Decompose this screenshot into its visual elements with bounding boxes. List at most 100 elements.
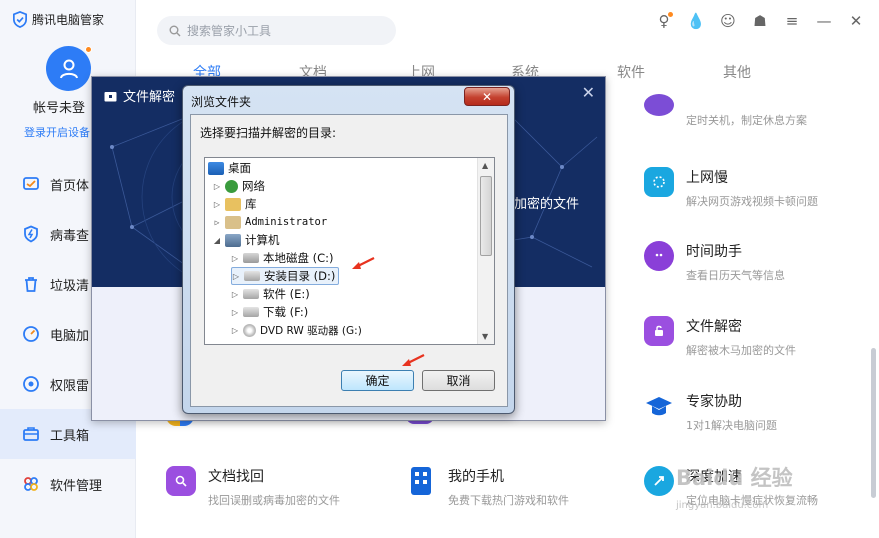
minimize-icon[interactable]: — bbox=[815, 12, 833, 30]
sidebar-item-label: 垃圾清 bbox=[50, 278, 90, 294]
network-icon bbox=[644, 167, 674, 197]
collapse-arrow-icon[interactable]: ◢ bbox=[213, 236, 221, 245]
tree-item-desktop[interactable]: 桌面 bbox=[208, 159, 251, 177]
tree-item-disk-e[interactable]: ▷ 软件 (E:) bbox=[231, 285, 310, 303]
trash-icon bbox=[25, 277, 37, 292]
tool-desc: 解密被木马加密的文件 bbox=[686, 344, 796, 357]
tool-desc: 免费下载热门游戏和软件 bbox=[448, 494, 569, 507]
tab-software[interactable]: 软件 bbox=[617, 62, 645, 82]
notification-dot bbox=[668, 12, 673, 17]
annotation-arrow-icon bbox=[402, 354, 425, 366]
tool-desc: 解决网页游戏视频卡顿问题 bbox=[686, 195, 818, 208]
tool-desc: 找回误删或病毒加密的文件 bbox=[208, 494, 340, 507]
search-bar[interactable] bbox=[157, 16, 396, 45]
avatar[interactable] bbox=[46, 46, 92, 91]
apps-icon bbox=[24, 477, 38, 491]
folder-tree[interactable]: 桌面 ▷ 网络 ▷ 库 ▷ Administrator ◢ 计算机 ▷ 本地磁盘… bbox=[204, 157, 495, 345]
sidebar-item-software[interactable]: 软件管理 bbox=[0, 459, 136, 509]
tree-item-label: Administrator bbox=[245, 216, 328, 228]
expand-arrow-icon[interactable]: ▷ bbox=[213, 200, 221, 209]
tool-name: 时间助手 bbox=[686, 244, 742, 260]
expand-arrow-icon[interactable]: ▷ bbox=[231, 290, 239, 299]
close-icon[interactable]: ✕ bbox=[847, 12, 865, 30]
drive-icon bbox=[243, 253, 259, 263]
scroll-thumb[interactable] bbox=[480, 176, 492, 256]
rocket-icon bbox=[654, 476, 664, 486]
expand-arrow-icon[interactable]: ▷ bbox=[213, 182, 221, 191]
scroll-up-icon[interactable]: ▲ bbox=[482, 161, 488, 170]
window-controls: ♀ 💧 ☺ ☗ ≡ — ✕ bbox=[655, 12, 865, 30]
close-icon: ✕ bbox=[481, 89, 493, 104]
folder-lock-icon bbox=[644, 316, 674, 346]
tree-item-label: 安装目录 (D:) bbox=[264, 269, 336, 283]
ok-button[interactable]: 确定 bbox=[341, 370, 414, 391]
rocket-speed-icon bbox=[644, 466, 674, 496]
sidebar-item-label: 权限雷 bbox=[50, 378, 90, 394]
brand-name: 腾讯电脑管家 bbox=[32, 13, 105, 27]
drive-icon bbox=[243, 289, 259, 299]
tool-time-helper[interactable]: 时间助手 查看日历天气等信息 bbox=[644, 241, 785, 283]
tool-doc-recover[interactable]: 文档找回找回误删或病毒加密的文件 bbox=[166, 466, 340, 508]
tree-item-label: 计算机 bbox=[245, 233, 280, 247]
tree-item-disk-f[interactable]: ▷ 下载 (F:) bbox=[231, 303, 308, 321]
network-icon bbox=[225, 179, 238, 193]
expand-arrow-icon[interactable]: ▷ bbox=[213, 218, 221, 227]
tool-shutdown[interactable]: 定时关机，制定休息方案 bbox=[644, 94, 807, 128]
sidebar-item-label: 病毒查 bbox=[50, 228, 90, 244]
tool-name: 专家协助 bbox=[686, 394, 742, 410]
folder-lock-icon bbox=[104, 91, 117, 101]
tree-item-label: 下载 (F:) bbox=[263, 305, 309, 319]
drive-icon bbox=[244, 271, 260, 281]
drive-icon bbox=[243, 307, 259, 317]
tool-name: 文件解密 bbox=[686, 319, 742, 335]
rocket-icon bbox=[23, 326, 39, 342]
browse-title: 浏览文件夹 bbox=[191, 95, 252, 109]
tool-name: 上网慢 bbox=[686, 170, 728, 186]
tree-item-disk-g[interactable]: ▷ DVD RW 驱动器 (G:) bbox=[231, 321, 362, 339]
tree-item-network[interactable]: ▷ 网络 bbox=[213, 177, 265, 195]
user-settings-icon[interactable]: ☺ bbox=[719, 12, 737, 30]
expand-arrow-icon[interactable]: ▷ bbox=[231, 326, 239, 335]
browse-folder-dialog: 浏览文件夹 ✕ 选择要扫描并解密的目录: 桌面 ▷ 网络 ▷ 库 ▷ Admin… bbox=[182, 85, 515, 414]
user-icon bbox=[59, 59, 78, 78]
tool-desc: 1对1解决电脑问题 bbox=[686, 419, 777, 432]
drop-icon[interactable]: 💧 bbox=[687, 12, 706, 30]
tool-name: 文档找回 bbox=[208, 469, 264, 485]
decrypt-title: 文件解密 bbox=[104, 86, 175, 105]
tree-item-disk-c[interactable]: ▷ 本地磁盘 (C:) bbox=[231, 249, 334, 267]
home-check-icon bbox=[23, 177, 39, 190]
sparkle-icon bbox=[653, 176, 665, 188]
close-button[interactable]: ✕ bbox=[464, 87, 510, 106]
skin-icon[interactable]: ♀ bbox=[655, 12, 673, 30]
menu-icon[interactable]: ≡ bbox=[783, 12, 801, 30]
expand-arrow-icon[interactable]: ▷ bbox=[232, 272, 240, 281]
tree-item-admin[interactable]: ▷ Administrator bbox=[213, 213, 327, 231]
browse-prompt: 选择要扫描并解密的目录: bbox=[200, 126, 337, 140]
search-input[interactable] bbox=[187, 23, 377, 38]
penguin-icon bbox=[644, 241, 674, 271]
tree-item-computer[interactable]: ◢ 计算机 bbox=[213, 231, 280, 249]
tree-scrollbar[interactable]: ▲ ▼ bbox=[477, 158, 494, 344]
tree-item-label: 网络 bbox=[242, 179, 265, 193]
cancel-button[interactable]: 取消 bbox=[422, 370, 495, 391]
tree-item-disk-d[interactable]: ▷ 安装目录 (D:) bbox=[231, 267, 340, 285]
expand-arrow-icon[interactable]: ▷ bbox=[231, 254, 239, 263]
browse-body: 选择要扫描并解密的目录: 桌面 ▷ 网络 ▷ 库 ▷ Administrator bbox=[190, 114, 508, 407]
main-scrollbar[interactable] bbox=[871, 348, 876, 498]
scroll-down-icon[interactable]: ▼ bbox=[482, 332, 488, 341]
phone-icon bbox=[406, 466, 436, 496]
close-icon[interactable]: ✕ bbox=[582, 83, 595, 102]
shirt-icon[interactable]: ☗ bbox=[751, 12, 769, 30]
tool-my-phone[interactable]: 我的手机 免费下载热门游戏和软件 bbox=[406, 466, 569, 508]
computer-icon bbox=[225, 233, 241, 247]
tool-file-decrypt[interactable]: 文件解密解密被木马加密的文件 bbox=[644, 316, 796, 358]
tab-other[interactable]: 其他 bbox=[723, 62, 751, 82]
dvd-drive-icon bbox=[243, 323, 256, 337]
tool-net-slow[interactable]: 上网慢解决网页游戏视频卡顿问题 bbox=[644, 167, 818, 209]
phone-body-icon bbox=[411, 467, 431, 495]
tree-item-library[interactable]: ▷ 库 bbox=[213, 195, 257, 213]
tool-expert-help[interactable]: 专家协助 1对1解决电脑问题 bbox=[644, 391, 777, 433]
expand-arrow-icon[interactable]: ▷ bbox=[231, 308, 239, 317]
tree-item-label: 桌面 bbox=[228, 161, 251, 175]
login-link[interactable]: 登录开启设备 bbox=[24, 124, 90, 140]
